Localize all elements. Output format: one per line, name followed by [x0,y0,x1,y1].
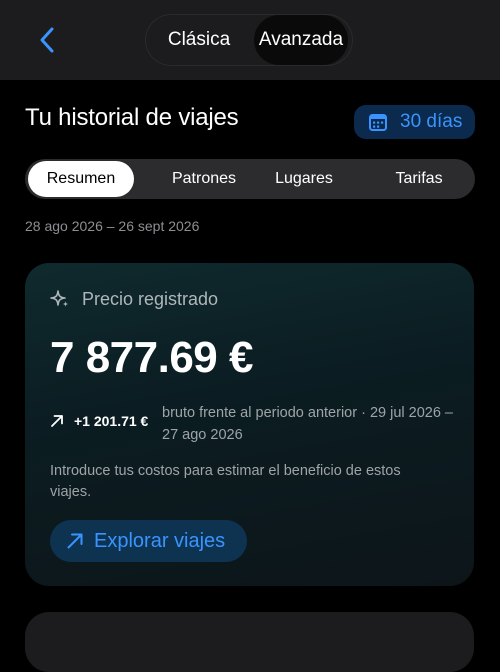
top-bar: Clásica Avanzada [0,0,500,80]
tab-bar: Resumen Patrones Lugares Tarifas [25,159,475,199]
date-range: 28 ago 2026 – 26 sept 2026 [25,218,200,234]
explore-trips-button[interactable]: Explorar viajes [50,520,247,562]
card-header: Precio registrado [50,288,218,310]
delta-description: bruto frente al periodo anterior · 29 ju… [162,405,453,443]
cost-note: Introduce tus costos para estimar el ben… [50,463,401,500]
arrow-up-right-icon [51,415,63,427]
arrow-up-right-icon [66,532,84,550]
chevron-left-icon [40,27,54,53]
explore-trips-label: Explorar viajes [94,529,226,552]
delta-value: +1 201.71 € [74,413,149,429]
next-card [25,612,474,672]
range-button-label: 30 días [400,111,463,132]
mode-avanzada[interactable]: Avanzada [254,15,348,65]
back-button[interactable] [32,24,62,56]
page-title: Tu historial de viajes [25,104,239,131]
tab-lugares[interactable]: Lugares [257,161,351,197]
mode-switcher: Clásica Avanzada [146,15,352,65]
sparkles-icon [50,290,69,307]
mode-clasica[interactable]: Clásica [150,15,248,65]
calendar-icon [368,112,388,132]
range-button[interactable]: 30 días [354,105,475,139]
amount-value: 7 877.69 € [50,333,253,382]
tab-tarifas[interactable]: Tarifas [375,161,463,197]
tab-resumen[interactable]: Resumen [28,161,134,197]
card-label: Precio registrado [82,288,219,309]
tab-patrones[interactable]: Patrones [145,161,263,197]
delta: +1 201.71 € [50,413,148,429]
summary-card: Precio registrado 7 877.69 € +1 201.71 €… [25,263,474,586]
